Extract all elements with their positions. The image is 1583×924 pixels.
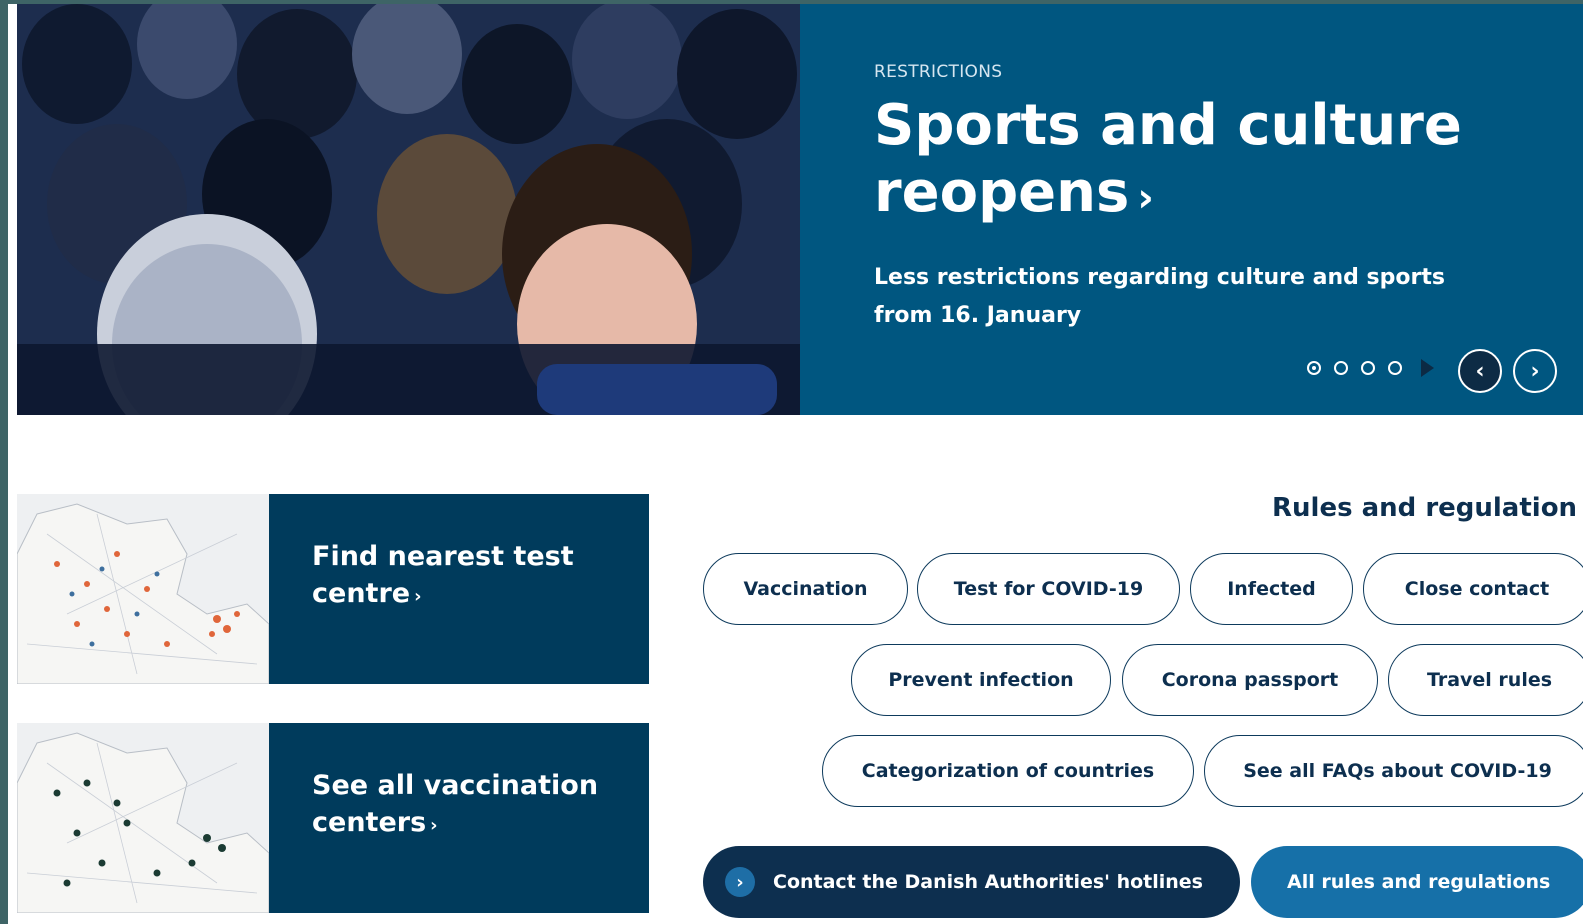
- hero-title-text: Sports and culture reopens: [874, 93, 1462, 225]
- pill-prevent-infection[interactable]: Prevent infection: [851, 644, 1111, 716]
- carousel-dot-3[interactable]: [1361, 361, 1375, 375]
- card-label-text: Find nearest test centre: [312, 541, 574, 609]
- chevron-right-icon: ›: [430, 815, 438, 836]
- card-label-text: See all vaccination centers: [312, 770, 599, 838]
- pill-travel-rules[interactable]: Travel rules: [1388, 644, 1583, 716]
- pill-categorization-of-countries[interactable]: Categorization of countries: [822, 735, 1194, 807]
- chevron-right-icon: ›: [1530, 358, 1540, 384]
- hero-carousel: RESTRICTIONS Sports and culture reopens ›…: [17, 4, 1583, 415]
- carousel-dot-2[interactable]: [1334, 361, 1348, 375]
- card-label: See all vaccination centers ›: [312, 767, 632, 844]
- pill-test-for-covid[interactable]: Test for COVID-19: [917, 553, 1180, 625]
- chevron-right-icon: ›: [414, 586, 422, 607]
- pill-see-all-faqs[interactable]: See all FAQs about COVID-19: [1204, 735, 1583, 807]
- hero-title-link[interactable]: Sports and culture reopens ›: [874, 92, 1534, 232]
- contact-hotlines-label: Contact the Danish Authorities' hotlines: [773, 871, 1203, 893]
- rules-heading: Rules and regulation: [1272, 493, 1578, 523]
- page: RESTRICTIONS Sports and culture reopens ›…: [8, 4, 1583, 924]
- carousel-pager: [1307, 359, 1434, 377]
- pill-vaccination[interactable]: Vaccination: [703, 553, 908, 625]
- carousel-prev-button[interactable]: ‹: [1458, 349, 1502, 393]
- all-rules-button[interactable]: All rules and regulations: [1251, 846, 1583, 918]
- pill-close-contact[interactable]: Close contact: [1363, 553, 1583, 625]
- pill-infected[interactable]: Infected: [1190, 553, 1353, 625]
- play-icon[interactable]: [1421, 359, 1434, 377]
- map-image-test-centres: [17, 494, 269, 684]
- contact-hotlines-button[interactable]: › Contact the Danish Authorities' hotlin…: [703, 846, 1240, 918]
- pill-corona-passport[interactable]: Corona passport: [1122, 644, 1378, 716]
- hero-subtitle: Less restrictions regarding culture and …: [874, 265, 1445, 328]
- chevron-left-icon: ‹: [1475, 358, 1485, 384]
- hero-panel: RESTRICTIONS Sports and culture reopens ›…: [800, 4, 1583, 415]
- card-label: Find nearest test centre ›: [312, 538, 632, 615]
- hero-eyebrow: RESTRICTIONS: [874, 62, 1003, 82]
- card-find-test-centre[interactable]: Find nearest test centre ›: [17, 494, 649, 684]
- chevron-right-circle-icon: ›: [725, 867, 755, 897]
- map-image-vaccination-centers: [17, 723, 269, 913]
- carousel-dot-1[interactable]: [1307, 361, 1321, 375]
- chevron-right-icon: ›: [1137, 175, 1154, 221]
- carousel-dot-4[interactable]: [1388, 361, 1402, 375]
- card-vaccination-centers[interactable]: See all vaccination centers ›: [17, 723, 649, 913]
- carousel-next-button[interactable]: ›: [1513, 349, 1557, 393]
- hero-image-audience[interactable]: [17, 4, 800, 415]
